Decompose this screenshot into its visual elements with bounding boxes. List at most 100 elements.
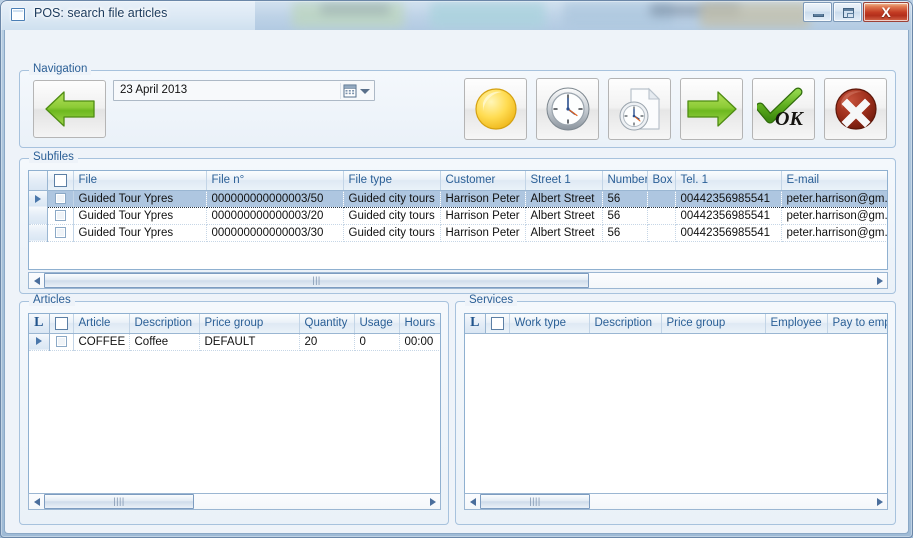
services-col-lock[interactable]: L <box>465 314 486 334</box>
ok-checkmark-button[interactable]: OK <box>752 78 815 140</box>
articles-col-selectall[interactable] <box>49 314 74 334</box>
yellow-circle-icon <box>474 88 517 130</box>
row-checkbox-cell[interactable] <box>47 224 74 242</box>
svg-text:OK: OK <box>775 108 804 130</box>
articles-grid[interactable]: L Article Description Price group Quanti… <box>28 313 441 501</box>
yellow-coin-button[interactable] <box>464 78 527 140</box>
green-forward-arrow-button[interactable] <box>680 78 743 140</box>
select-all-checkbox[interactable] <box>54 316 68 330</box>
subfiles-col-rowheader[interactable] <box>29 171 48 191</box>
services-scroll-track[interactable]: |||| <box>480 494 872 509</box>
table-row[interactable]: Guided Tour Ypres 000000000000003/30 Gui… <box>29 224 887 242</box>
chevron-down-icon <box>360 88 370 94</box>
row-indicator <box>29 333 50 351</box>
cancel-red-x-button[interactable] <box>824 78 887 140</box>
subfiles-col-customer[interactable]: Customer <box>440 171 526 191</box>
row-checkbox[interactable] <box>54 192 66 204</box>
services-col-pay-to-employee[interactable]: Pay to employ <box>827 314 887 334</box>
services-col-price-group[interactable]: Price group <box>661 314 766 334</box>
articles-scroll-track[interactable]: |||| <box>44 494 425 509</box>
scroll-right-arrow-icon[interactable] <box>872 494 887 509</box>
subfiles-col-email[interactable]: E-mail <box>781 171 887 191</box>
scroll-left-arrow-icon[interactable] <box>29 494 44 509</box>
row-indicator <box>29 207 48 225</box>
services-legend: Services <box>465 294 518 306</box>
minimize-button[interactable] <box>803 2 832 22</box>
subfiles-col-tel1[interactable]: Tel. 1 <box>675 171 782 191</box>
title-bar[interactable]: POS: search file articles X <box>0 0 913 30</box>
select-all-checkbox[interactable] <box>490 316 504 330</box>
navigation-group: Navigation 23 April 2013 OK <box>19 63 896 148</box>
services-header-row: L Work type Description Price group Empl… <box>465 314 887 334</box>
subfiles-scroll-track[interactable]: ||| <box>44 273 872 288</box>
subfiles-grid[interactable]: File File n° File type Customer Street 1… <box>28 170 888 270</box>
row-checkbox[interactable] <box>54 209 66 221</box>
articles-col-price-group[interactable]: Price group <box>199 314 300 334</box>
services-grid[interactable]: L Work type Description Price group Empl… <box>464 313 888 501</box>
articles-col-quantity[interactable]: Quantity <box>299 314 355 334</box>
clock-document-button[interactable] <box>608 78 671 140</box>
maximize-icon <box>843 8 854 18</box>
row-checkbox-cell[interactable] <box>47 189 74 208</box>
cell-email: peter.harrison@gm... <box>781 207 887 225</box>
window-controls: X <box>802 2 909 24</box>
cell-description: Coffee <box>129 333 200 351</box>
back-button[interactable] <box>33 80 106 138</box>
subfiles-col-file[interactable]: File <box>73 171 207 191</box>
subfiles-col-number[interactable]: Number <box>602 171 648 191</box>
subfiles-col-file-no[interactable]: File n° <box>206 171 344 191</box>
articles-table: L Article Description Price group Quanti… <box>29 314 440 351</box>
scroll-grip-icon: ||| <box>312 275 321 285</box>
subfiles-col-file-type[interactable]: File type <box>343 171 441 191</box>
cell-customer: Harrison Peter <box>440 207 526 225</box>
subfiles-col-street1[interactable]: Street 1 <box>525 171 603 191</box>
close-button[interactable]: X <box>863 2 909 22</box>
articles-hscrollbar[interactable]: |||| <box>28 493 441 510</box>
articles-col-lock[interactable]: L <box>29 314 50 334</box>
row-checkbox[interactable] <box>55 335 67 347</box>
subfiles-scroll-thumb[interactable]: ||| <box>44 273 589 288</box>
row-checkbox-cell[interactable] <box>49 333 74 351</box>
cell-usage: 0 <box>354 333 400 351</box>
articles-col-hours[interactable]: Hours <box>399 314 440 334</box>
services-col-description[interactable]: Description <box>589 314 662 334</box>
scroll-right-arrow-icon[interactable] <box>872 273 887 288</box>
services-scroll-thumb[interactable]: |||| <box>480 494 590 509</box>
subfiles-col-selectall[interactable] <box>47 171 74 191</box>
date-field[interactable]: 23 April 2013 <box>113 80 375 101</box>
table-row[interactable]: Guided Tour Ypres 000000000000003/50 Gui… <box>29 189 887 208</box>
table-row[interactable]: COFFEE Coffee DEFAULT 20 0 00:00 <box>29 333 440 351</box>
articles-col-usage[interactable]: Usage <box>354 314 400 334</box>
services-col-work-type[interactable]: Work type <box>509 314 590 334</box>
table-row[interactable]: Guided Tour Ypres 000000000000003/20 Gui… <box>29 207 887 225</box>
clock-button[interactable] <box>536 78 599 140</box>
glass-blur-blob-6 <box>700 2 810 28</box>
services-col-employee[interactable]: Employee <box>765 314 828 334</box>
scroll-left-arrow-icon[interactable] <box>465 494 480 509</box>
cell-box <box>647 189 676 208</box>
cell-number: 56 <box>602 207 648 225</box>
subfiles-col-box[interactable]: Box <box>647 171 676 191</box>
services-hscrollbar[interactable]: |||| <box>464 493 888 510</box>
services-col-selectall[interactable] <box>485 314 510 334</box>
cell-street1: Albert Street <box>525 189 603 208</box>
clock-icon <box>546 87 589 131</box>
articles-col-article[interactable]: Article <box>73 314 130 334</box>
cell-article: COFFEE <box>73 333 130 351</box>
maximize-button[interactable] <box>833 2 862 22</box>
date-dropdown-button[interactable] <box>340 83 372 99</box>
scroll-left-arrow-icon[interactable] <box>29 273 44 288</box>
cell-file-no: 000000000000003/50 <box>206 189 344 208</box>
articles-col-description[interactable]: Description <box>129 314 200 334</box>
cell-number: 56 <box>602 189 648 208</box>
scroll-right-arrow-icon[interactable] <box>425 494 440 509</box>
cell-file: Guided Tour Ypres <box>73 207 207 225</box>
back-arrow-icon <box>44 91 95 127</box>
subfiles-hscrollbar[interactable]: ||| <box>28 272 888 289</box>
row-checkbox[interactable] <box>54 226 66 238</box>
row-checkbox-cell[interactable] <box>47 207 74 225</box>
window-title: POS: search file articles <box>34 6 168 20</box>
articles-scroll-thumb[interactable]: |||| <box>44 494 194 509</box>
cell-number: 56 <box>602 224 648 242</box>
select-all-checkbox[interactable] <box>53 173 67 187</box>
